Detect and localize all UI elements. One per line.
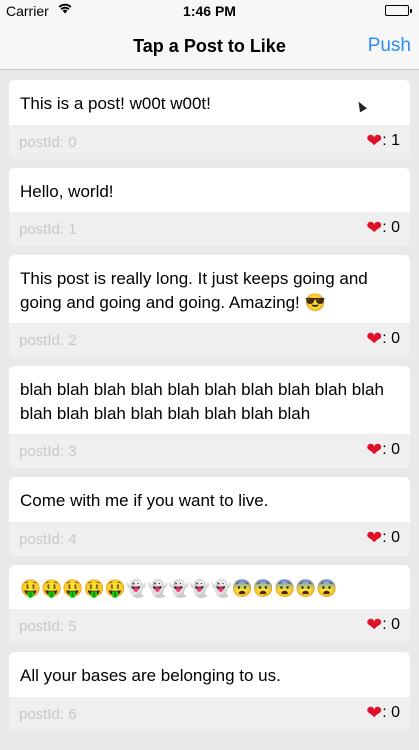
heart-icon: ❤ <box>366 440 383 461</box>
post-text: Come with me if you want to live. <box>20 491 269 510</box>
like-count-value: : 0 <box>382 703 400 721</box>
like-count: ❤: 0 <box>366 529 400 548</box>
post-card[interactable]: blah blah blah blah blah blah blah blah … <box>9 366 410 468</box>
post-footer: postId: 3 ❤: 0 <box>9 434 410 468</box>
post-card[interactable]: Hello, world! postId: 1 ❤: 0 <box>9 167 410 246</box>
post-text: This is a post! w00t w00t! <box>20 94 211 113</box>
like-count: ❤: 0 <box>366 616 400 635</box>
post-footer: postId: 5 ❤: 0 <box>9 609 410 643</box>
heart-icon: ❤ <box>366 615 383 636</box>
post-card[interactable]: All your bases are belonging to us. post… <box>9 652 410 731</box>
post-footer: postId: 2 ❤: 0 <box>9 323 410 357</box>
post-footer: postId: 6 ❤: 0 <box>9 696 410 731</box>
heart-icon: ❤ <box>366 527 383 549</box>
post-text: blah blah blah blah blah blah blah blah … <box>20 380 384 423</box>
like-count-value: : 0 <box>382 219 400 236</box>
post-id-label: postId: 5 <box>19 618 77 635</box>
post-text: Hello, world! <box>20 181 114 201</box>
post-card[interactable]: This post is really long. It just keeps … <box>9 255 410 357</box>
like-count: ❤: 0 <box>366 704 400 723</box>
post-text: This post is really long. It just keeps … <box>20 269 368 312</box>
post-card[interactable]: This is a post! w00t w00t! postId: 0 ❤: … <box>9 80 410 159</box>
like-count: ❤: 1 <box>366 132 400 151</box>
post-footer: postId: 4 ❤: 0 <box>9 521 410 556</box>
post-text: All your bases are belonging to us. <box>20 666 281 685</box>
status-time: 1:46 PM <box>183 3 236 19</box>
like-count-value: : 0 <box>382 441 400 458</box>
post-id-label: postId: 2 <box>19 332 77 349</box>
nav-title: Tap a Post to Like <box>133 36 286 56</box>
post-id-label: postId: 6 <box>19 705 77 723</box>
heart-icon: ❤ <box>366 218 383 239</box>
heart-icon: ❤ <box>366 702 383 724</box>
like-count-value: : 0 <box>382 528 400 546</box>
post-id-label: postId: 0 <box>19 133 77 151</box>
status-bar: Carrier 1:46 PM <box>0 0 419 22</box>
like-count: ❤: 0 <box>366 330 400 349</box>
like-count-value: : 1 <box>382 131 400 149</box>
post-id-label: postId: 4 <box>19 530 77 548</box>
heart-icon: ❤ <box>366 329 383 350</box>
like-count: ❤: 0 <box>366 441 400 460</box>
post-footer: postId: 1 ❤: 0 <box>9 212 410 246</box>
like-count: ❤: 0 <box>366 219 400 238</box>
like-count-value: : 0 <box>382 330 400 347</box>
post-text: 🤑🤑🤑🤑🤑👻👻👻👻👻😨😨😨😨😨 <box>20 578 338 598</box>
post-id-label: postId: 1 <box>19 221 77 238</box>
push-button[interactable]: Push <box>368 35 411 57</box>
post-feed: This is a post! w00t w00t! postId: 0 ❤: … <box>9 80 410 740</box>
battery-icon <box>385 5 412 16</box>
navigation-bar: Tap a Post to Like Push <box>0 22 419 70</box>
like-count-value: : 0 <box>382 616 400 633</box>
post-footer: postId: 0 ❤: 1 <box>9 124 410 159</box>
post-card[interactable]: Come with me if you want to live. postId… <box>9 477 410 556</box>
post-card[interactable]: 🤑🤑🤑🤑🤑👻👻👻👻👻😨😨😨😨😨 postId: 5 ❤: 0 <box>9 564 410 643</box>
heart-icon: ❤ <box>366 130 383 152</box>
post-id-label: postId: 3 <box>19 443 77 460</box>
